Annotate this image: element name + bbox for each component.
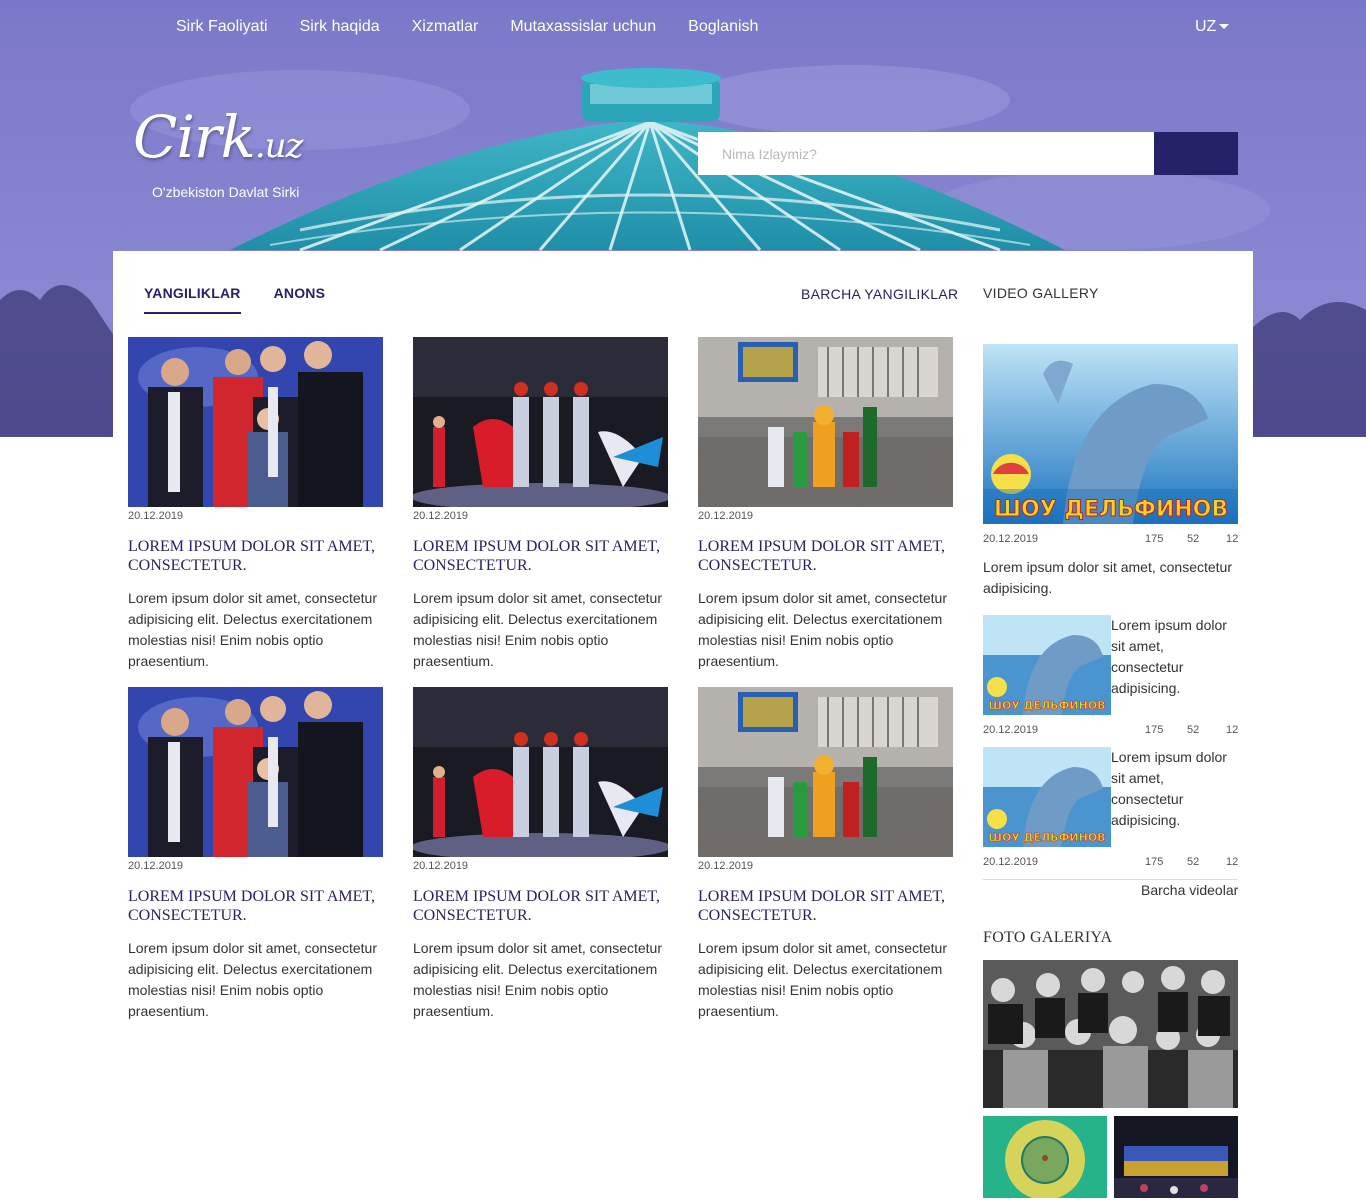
news-tabs: YANGILIKLAR ANONS	[144, 285, 358, 314]
video-likes: 52	[1187, 724, 1200, 736]
news-image[interactable]	[413, 337, 668, 507]
video-meta: 20.12.2019 175 52 12	[983, 724, 1238, 738]
video-description[interactable]: Lorem ipsum dolor sit amet, consectetur …	[1111, 747, 1237, 831]
search-bar	[698, 132, 1238, 175]
video-date: 20.12.2019	[983, 533, 1039, 545]
news-card[interactable]: 20.12.2019 LOREM IPSUM DOLOR SIT AMET, C…	[128, 337, 383, 672]
news-description: Lorem ipsum dolor sit amet, consectetur …	[128, 590, 377, 669]
video-thumbnail-main[interactable]: ШОУ ДЕЛЬФИНОВ	[983, 344, 1238, 524]
news-date: 20.12.2019	[413, 510, 469, 522]
video-date: 20.12.2019	[983, 856, 1039, 868]
video-likes: 52	[1187, 856, 1200, 868]
logo-suffix: .uz	[254, 126, 304, 166]
video-description[interactable]: Lorem ipsum dolor sit amet, consectetur …	[983, 557, 1238, 599]
video-views: 175	[1145, 533, 1164, 545]
photo-main[interactable]	[983, 960, 1238, 1108]
site-logo[interactable]: Cirk.uz	[133, 102, 323, 182]
news-date: 20.12.2019	[698, 510, 754, 522]
search-input[interactable]	[698, 132, 1154, 175]
language-label: UZ	[1195, 18, 1217, 35]
news-description: Lorem ipsum dolor sit amet, consectetur …	[128, 940, 377, 1019]
video-comments: 12	[1226, 724, 1239, 736]
video-date: 20.12.2019	[983, 724, 1039, 736]
nav-item-xizmatlar[interactable]: Xizmatlar	[412, 17, 479, 37]
news-image[interactable]	[128, 337, 383, 507]
all-videos-link[interactable]: Barcha videolar	[1141, 882, 1238, 898]
news-card[interactable]: 20.12.2019 LOREM IPSUM DOLOR SIT AMET, C…	[413, 687, 668, 1022]
photo-thumbnail[interactable]	[983, 1116, 1107, 1198]
video-thumbnail[interactable]: ШОУ ДЕЛЬФИНОВ	[983, 615, 1111, 715]
news-description: Lorem ipsum dolor sit amet, consectetur …	[698, 940, 947, 1019]
nav-item-sirk-faoliyati[interactable]: Sirk Faoliyati	[176, 17, 268, 37]
news-date: 20.12.2019	[413, 860, 469, 872]
video-poster-text: ШОУ ДЕЛЬФИНОВ	[988, 699, 1105, 712]
news-title[interactable]: LOREM IPSUM DOLOR SIT AMET, CONSECTETUR.	[128, 537, 383, 575]
video-gallery-title: VIDEO GALLERY	[983, 285, 1099, 301]
video-description[interactable]: Lorem ipsum dolor sit amet, consectetur …	[1111, 615, 1237, 699]
news-title[interactable]: LOREM IPSUM DOLOR SIT AMET, CONSECTETUR.	[413, 887, 668, 925]
tab-anons[interactable]: ANONS	[274, 285, 326, 314]
search-button[interactable]	[1154, 132, 1238, 175]
language-dropdown[interactable]: UZ	[1195, 17, 1230, 37]
news-title[interactable]: LOREM IPSUM DOLOR SIT AMET, CONSECTETUR.	[128, 887, 383, 925]
video-comments: 12	[1226, 856, 1239, 868]
video-views: 175	[1145, 724, 1164, 736]
logo-text: Cirk	[133, 103, 256, 171]
photo-gallery-title: FOTO GALERIYA	[983, 929, 1113, 946]
video-poster-text: ШОУ ДЕЛЬФИНОВ	[988, 831, 1105, 844]
news-title[interactable]: LOREM IPSUM DOLOR SIT AMET, CONSECTETUR.	[698, 537, 953, 575]
tab-yangiliklar[interactable]: YANGILIKLAR	[144, 285, 241, 314]
video-thumbnail[interactable]: ШОУ ДЕЛЬФИНОВ	[983, 747, 1111, 847]
photo-thumbnail[interactable]	[1114, 1116, 1238, 1198]
news-card[interactable]: 20.12.2019 LOREM IPSUM DOLOR SIT AMET, C…	[413, 337, 668, 672]
sidebar-divider	[983, 879, 1238, 880]
news-card[interactable]: 20.12.2019 LOREM IPSUM DOLOR SIT AMET, C…	[128, 687, 383, 1022]
news-image[interactable]	[698, 337, 953, 507]
video-views: 175	[1145, 856, 1164, 868]
logo-subtitle: O'zbekiston Davlat Sirki	[152, 184, 300, 200]
nav-item-sirk-haqida[interactable]: Sirk haqida	[300, 17, 380, 37]
news-card[interactable]: 20.12.2019 LOREM IPSUM DOLOR SIT AMET, C…	[698, 337, 953, 672]
video-comments: 12	[1226, 533, 1239, 545]
news-image[interactable]	[413, 687, 668, 857]
news-card[interactable]: 20.12.2019 LOREM IPSUM DOLOR SIT AMET, C…	[698, 687, 953, 1022]
nav-item-mutaxassislar[interactable]: Mutaxassislar uchun	[510, 17, 656, 37]
news-date: 20.12.2019	[128, 860, 184, 872]
top-navigation: Sirk Faoliyati Sirk haqida Xizmatlar Mut…	[176, 17, 790, 37]
video-poster-text: ШОУ ДЕЛЬФИНОВ	[994, 497, 1228, 522]
news-description: Lorem ipsum dolor sit amet, consectetur …	[413, 590, 662, 669]
news-image[interactable]	[698, 687, 953, 857]
video-meta: 20.12.2019 175 52 12	[983, 533, 1238, 547]
news-title[interactable]: LOREM IPSUM DOLOR SIT AMET, CONSECTETUR.	[413, 537, 668, 575]
all-news-link[interactable]: BARCHA YANGILIKLAR	[801, 286, 958, 302]
video-likes: 52	[1187, 533, 1200, 545]
nav-item-boglanish[interactable]: Boglanish	[688, 17, 758, 37]
news-image[interactable]	[128, 687, 383, 857]
news-description: Lorem ipsum dolor sit amet, consectetur …	[413, 940, 662, 1019]
news-date: 20.12.2019	[698, 860, 754, 872]
news-date: 20.12.2019	[128, 510, 184, 522]
news-title[interactable]: LOREM IPSUM DOLOR SIT AMET, CONSECTETUR.	[698, 887, 953, 925]
news-description: Lorem ipsum dolor sit amet, consectetur …	[698, 590, 947, 669]
caret-down-icon	[1219, 24, 1230, 30]
video-meta: 20.12.2019 175 52 12	[983, 856, 1238, 870]
